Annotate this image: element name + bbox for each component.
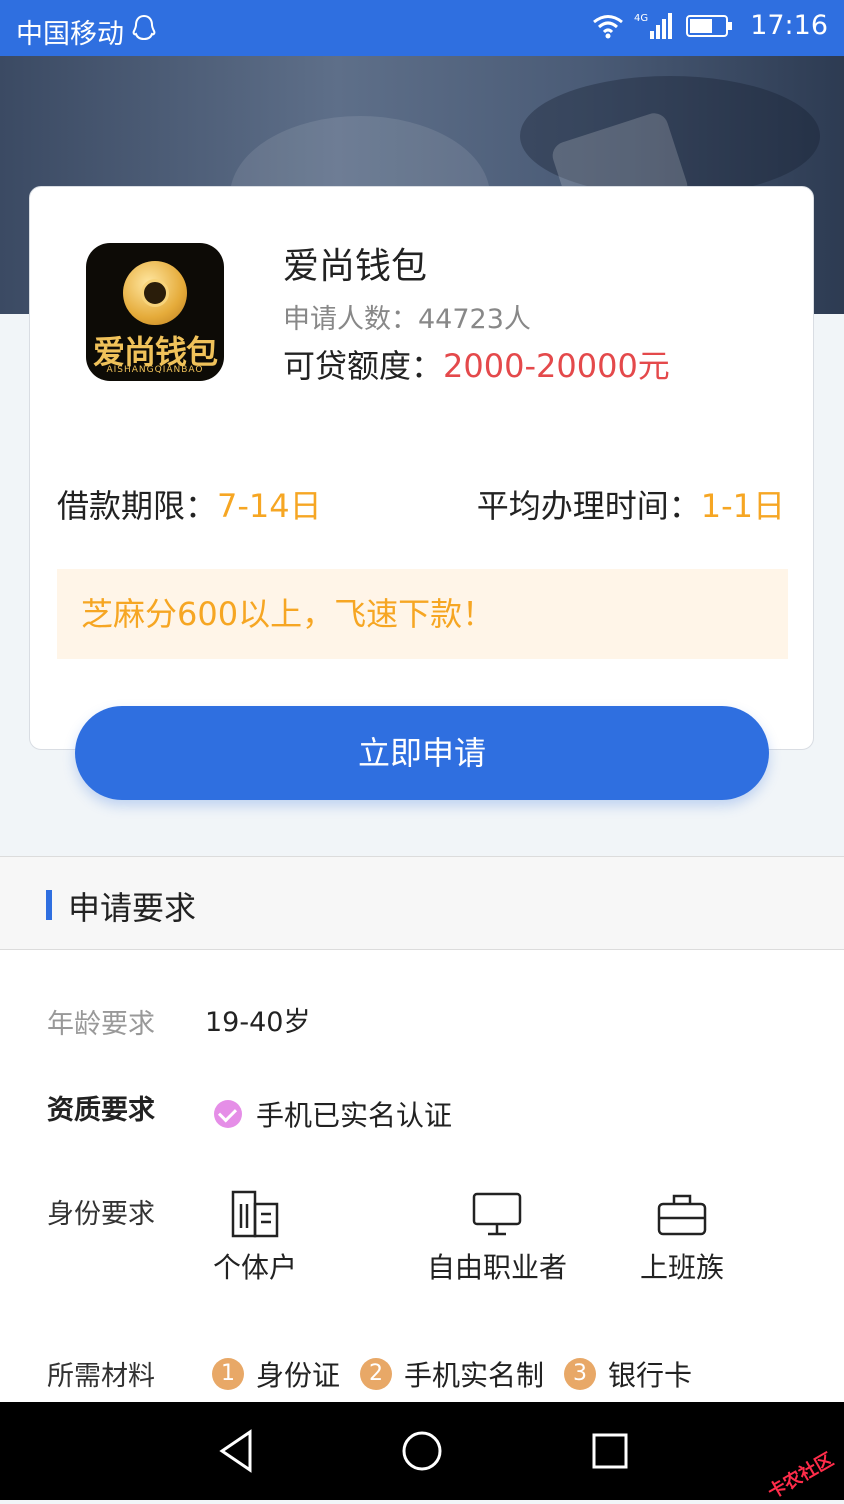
section-title: 申请要求 <box>68 889 197 927</box>
section-accent-bar <box>46 890 52 920</box>
quota-value: 2000-20000元 <box>443 347 670 385</box>
section-header: 申请要求 <box>0 856 844 950</box>
clock: 17:16 <box>750 10 828 41</box>
identity-option-self-employed[interactable]: 个体户 <box>210 1190 300 1286</box>
recents-icon[interactable] <box>590 1428 630 1474</box>
material-item-3: 银行卡 <box>608 1359 693 1392</box>
watermark: 卡农社区 <box>764 1449 838 1504</box>
requirements-panel: 年龄要求 19-40岁 资质要求 手机已实名认证 身份要求 个体户 自由职业者 <box>0 950 844 1402</box>
qq-icon <box>132 14 156 41</box>
identity-option-freelancer[interactable]: 自由职业者 <box>422 1190 572 1286</box>
avg-processing-time: 平均办理时间：1-1日 <box>476 487 785 525</box>
term-value: 7-14日 <box>217 487 322 525</box>
applicants-count: 申请人数：44723人 <box>283 304 531 335</box>
loan-quota: 可贷额度：2000-20000元 <box>283 347 670 385</box>
materials-list: 1 身份证 2 手机实名制 3 银行卡 <box>212 1354 712 1394</box>
home-icon[interactable] <box>400 1428 444 1474</box>
identity-label-2: 自由职业者 <box>426 1251 567 1284</box>
number-badge-2: 2 <box>360 1358 393 1390</box>
material-item-1: 身份证 <box>256 1359 341 1392</box>
qualification-item: 手机已实名认证 <box>214 1094 452 1134</box>
product-card: 爱尚钱包 AISHANGQIANBAO 爱尚钱包 申请人数：44723人 可贷额… <box>29 186 814 750</box>
navigation-bar: 卡农社区 <box>0 1402 844 1503</box>
carrier-name: 中国移动 <box>16 19 124 50</box>
svg-text:4G: 4G <box>634 13 648 24</box>
avg-time-value: 1-1日 <box>700 487 785 525</box>
battery-icon <box>686 14 733 37</box>
number-badge-3: 3 <box>564 1358 597 1390</box>
status-bar: 中国移动 4G 17:16 <box>0 0 844 56</box>
materials-label: 所需材料 <box>47 1361 155 1392</box>
wifi-icon <box>593 14 624 38</box>
check-icon <box>214 1100 242 1128</box>
loan-term: 借款期限：7-14日 <box>57 487 322 525</box>
identity-label: 身份要求 <box>47 1199 155 1230</box>
coin-icon <box>123 261 187 325</box>
product-name: 爱尚钱包 <box>283 246 428 287</box>
identity-label-3: 上班族 <box>639 1251 724 1284</box>
apply-now-button[interactable]: 立即申请 <box>75 706 769 800</box>
age-value: 19-40岁 <box>205 1007 311 1038</box>
logo-subtext: AISHANGQIANBAO <box>106 365 204 375</box>
monitor-icon <box>472 1192 522 1236</box>
age-label: 年龄要求 <box>47 1009 155 1040</box>
material-item-2: 手机实名制 <box>404 1359 545 1392</box>
signal-icon: 4G <box>634 12 673 39</box>
back-icon[interactable] <box>216 1428 256 1474</box>
promo-notice: 芝麻分600以上，飞速下款！ <box>57 569 788 659</box>
building-icon <box>231 1190 279 1238</box>
briefcase-icon <box>657 1194 707 1236</box>
identity-label-1: 个体户 <box>212 1251 297 1284</box>
qualification-value: 手机已实名认证 <box>256 1099 453 1132</box>
qualification-label: 资质要求 <box>47 1095 155 1126</box>
app-logo: 爱尚钱包 AISHANGQIANBAO <box>86 243 224 381</box>
identity-option-office-worker[interactable]: 上班族 <box>632 1190 732 1286</box>
number-badge-1: 1 <box>212 1358 244 1390</box>
